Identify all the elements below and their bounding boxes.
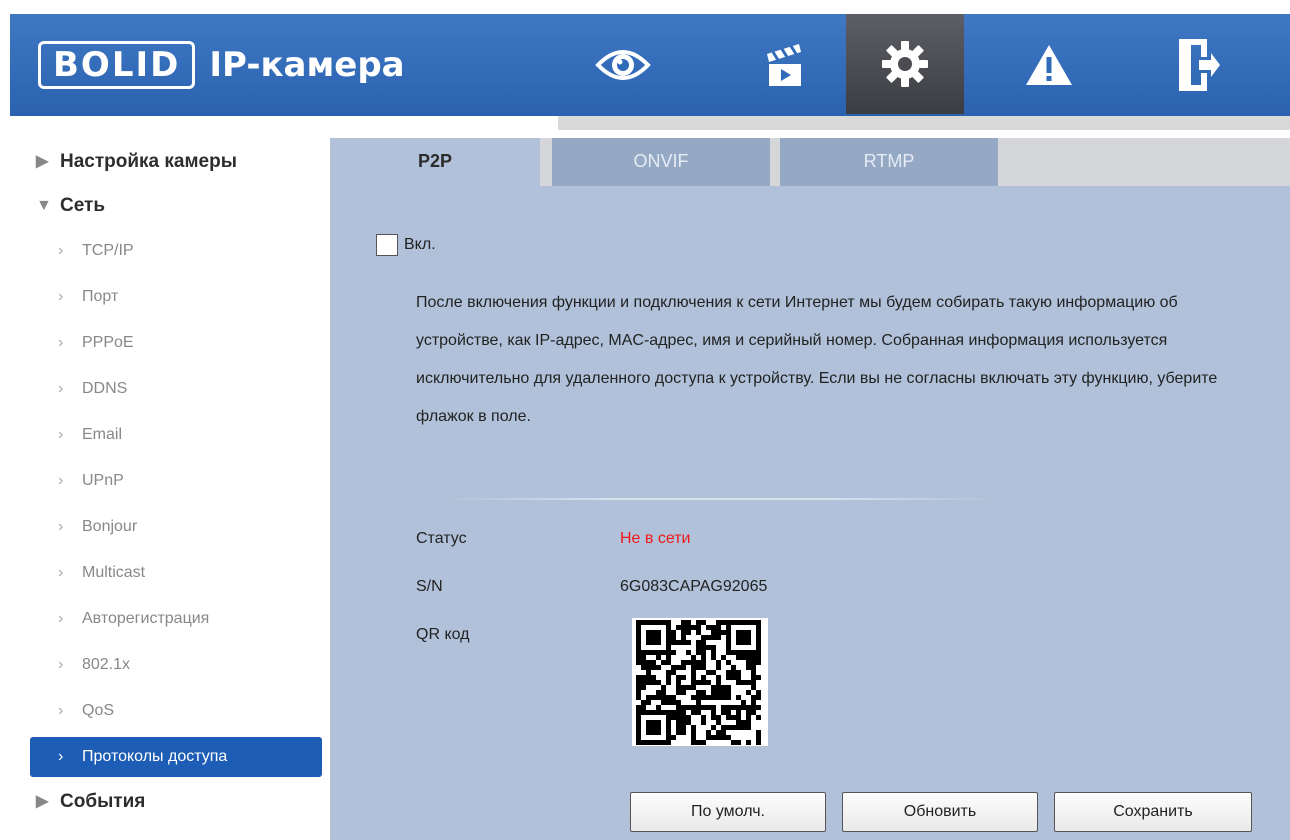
sidebar-item-label: Bonjour [82,518,138,535]
sidebar-item-bonjour[interactable]: › Bonjour [30,504,322,550]
status-value: Не в сети [620,530,691,547]
caret-right-icon: ▶ [36,793,49,810]
sidebar-item-label: 802.1x [82,656,131,673]
refresh-button[interactable]: Обновить [842,792,1038,832]
sidebar-item-tcpip[interactable]: › TCP/IP [30,228,322,274]
sidebar-group-label: Сеть [60,195,106,216]
chevron-right-icon: › [58,242,64,259]
caret-down-icon: ▼ [36,197,52,214]
nav-alarm-button[interactable] [990,14,1108,116]
sidebar-item-pppoe[interactable]: › PPPoE [30,320,322,366]
privacy-notice: После включения функции и подключения к … [416,294,1218,425]
sidebar-item-8021x[interactable]: › 802.1x [30,642,322,688]
nav-logout-button[interactable] [1140,14,1258,116]
sidebar-item-multicast[interactable]: › Multicast [30,550,322,596]
gear-icon [882,41,928,87]
nav-settings-button[interactable] [846,14,964,114]
sidebar-item-label: Порт [82,288,119,305]
enable-label: Вкл. [404,236,436,253]
header-divider [558,116,1290,130]
tab-p2p[interactable]: P2P [330,138,540,186]
clapperboard-icon [767,44,801,86]
sidebar-group-network[interactable]: ▼ Сеть [30,184,322,228]
chevron-right-icon: › [58,288,64,305]
qr-label: QR код [416,626,470,643]
sidebar-item-autoregistration[interactable]: › Авторегистрация [30,596,322,642]
sidebar-group-camera[interactable]: ▶ Настройка камеры [30,140,322,184]
tab-rtmp[interactable]: RTMP [780,138,998,186]
qr-code [632,618,768,751]
sn-label: S/N [416,578,443,595]
tab-onvif[interactable]: ONVIF [552,138,770,186]
sidebar-item-ddns[interactable]: › DDNS [30,366,322,412]
sidebar-item-port[interactable]: › Порт [30,274,322,320]
caret-right-icon: ▶ [36,153,49,170]
sidebar-group-events[interactable]: ▶ События [30,780,322,824]
eye-icon [595,50,651,80]
sidebar-item-label: Протоколы доступа [82,748,228,765]
tab-bar: P2P ONVIF RTMP [330,138,1290,186]
default-button[interactable]: По умолч. [630,792,826,832]
sidebar-item-label: Email [82,426,123,443]
logo: BOLID IP-камера [38,40,405,90]
chevron-right-icon: › [58,426,64,443]
save-button[interactable]: Сохранить [1054,792,1252,832]
chevron-right-icon: › [58,334,64,351]
sidebar-item-label: DDNS [82,380,128,397]
nav-live-view-button[interactable] [564,14,682,116]
chevron-right-icon: › [58,518,64,535]
enable-row: Вкл. [376,234,436,256]
sidebar-item-label: UPnP [82,472,124,489]
chevron-right-icon: › [58,656,64,673]
logout-icon [1179,39,1220,91]
chevron-right-icon: › [58,748,64,765]
content-panel: P2P ONVIF RTMP Вкл. После включения функ… [330,138,1290,840]
sidebar-group-label: Настройка камеры [60,151,237,172]
status-label: Статус [416,530,467,547]
warning-icon [1026,45,1072,85]
sidebar-item-qos[interactable]: › QoS [30,688,322,734]
chevron-right-icon: › [58,380,64,397]
chevron-right-icon: › [58,564,64,581]
logo-product: IP-камера [209,45,405,85]
logo-brand: BOLID [38,41,196,89]
chevron-right-icon: › [58,610,64,627]
section-divider [440,498,1000,500]
sidebar-item-email[interactable]: › Email [30,412,322,458]
sidebar-item-label: Multicast [82,564,146,581]
chevron-right-icon: › [58,702,64,719]
sidebar-item-label: QoS [82,702,115,719]
sidebar-group-label: События [60,791,146,812]
nav-playback-button[interactable] [726,14,844,116]
enable-checkbox[interactable] [376,234,398,256]
top-header: BOLID IP-камера [10,14,1290,116]
sidebar-item-access-protocols[interactable]: › Протоколы доступа [30,737,322,777]
sidebar-item-upnp[interactable]: › UPnP [30,458,322,504]
sn-value: 6G083CAPAG92065 [620,578,768,595]
sidebar: ▶ Настройка камеры ▼ Сеть › TCP/IP › Пор… [30,140,322,824]
sidebar-item-label: TCP/IP [82,242,134,259]
sidebar-item-label: PPPoE [82,334,134,351]
sidebar-item-label: Авторегистрация [82,610,210,627]
chevron-right-icon: › [58,472,64,489]
